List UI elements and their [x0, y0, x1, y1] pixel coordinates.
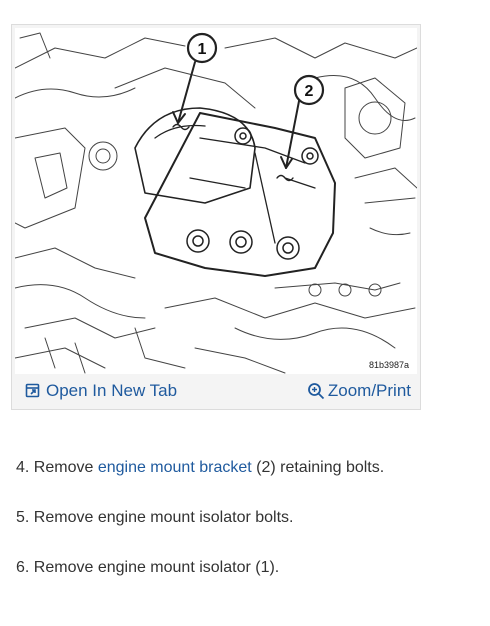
zoom-print-link[interactable]: Zoom/Print: [307, 381, 411, 401]
figure-card: 1 2 81b3987a Open In New Tab Zoom/Print: [11, 24, 421, 410]
step-4-suffix: (2) retaining bolts.: [251, 459, 385, 476]
open-new-tab-icon: [25, 383, 40, 398]
engine-mount-illustration: 1 2 81b3987a: [15, 28, 417, 374]
zoom-icon: [307, 382, 325, 400]
step-4: 4. Remove engine mount bracket (2) retai…: [16, 458, 384, 508]
callout-1-label: 1: [198, 41, 207, 58]
callout-2-label: 2: [305, 83, 314, 100]
step-5: 5. Remove engine mount isolator bolts.: [16, 509, 294, 526]
figure-id: 81b3987a: [368, 360, 409, 370]
figure-toolbar: Open In New Tab Zoom/Print: [15, 374, 417, 407]
step-4-prefix: 4. Remove: [16, 459, 98, 476]
open-in-new-tab-link[interactable]: Open In New Tab: [25, 381, 177, 401]
engine-mount-bracket-link[interactable]: engine mount bracket: [98, 459, 252, 476]
open-in-new-tab-label: Open In New Tab: [46, 380, 178, 400]
procedure-steps: 4. Remove engine mount bracket (2) retai…: [16, 458, 384, 608]
step-6: 6. Remove engine mount isolator (1).: [16, 559, 280, 576]
zoom-print-label: Zoom/Print: [327, 380, 411, 400]
